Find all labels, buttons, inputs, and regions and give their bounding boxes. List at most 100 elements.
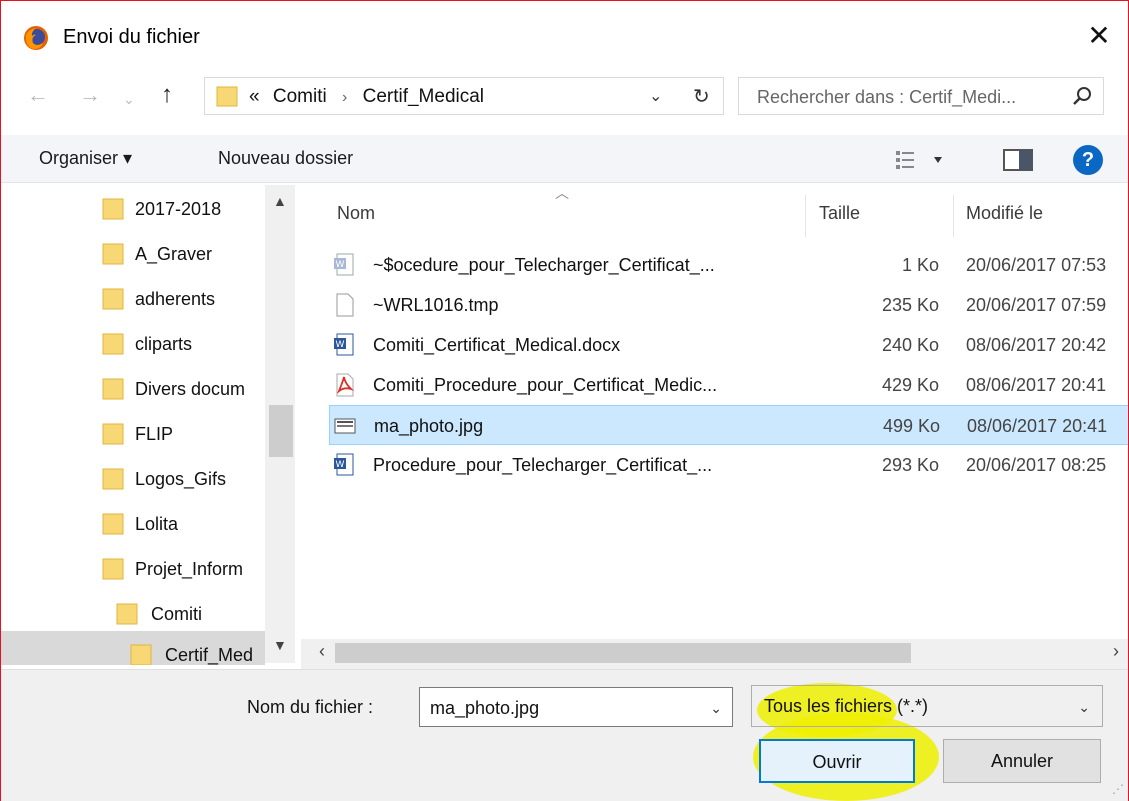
filetype-value: Tous les fichiers (*.*) xyxy=(764,696,929,716)
column-divider[interactable] xyxy=(953,195,954,237)
word-temp-icon: W xyxy=(334,253,354,276)
breadcrumb: « Comiti › Certif_Medical xyxy=(249,86,484,108)
view-options-icon[interactable] xyxy=(894,147,954,173)
tree-item-cliparts[interactable]: cliparts xyxy=(1,320,271,364)
file-modified: 20/06/2017 07:53 xyxy=(966,255,1107,275)
file-name: Procedure_pour_Telecharger_Certificat_..… xyxy=(373,455,713,475)
file-modified: 20/06/2017 07:59 xyxy=(966,295,1107,315)
tree-item-adherents[interactable]: adherents xyxy=(1,275,271,319)
column-header-modified[interactable]: Modifié le xyxy=(966,203,1043,224)
preview-pane-icon[interactable] xyxy=(1003,149,1033,171)
column-header-name[interactable]: Nom xyxy=(337,203,375,224)
folder-icon xyxy=(102,468,124,490)
folder-icon xyxy=(130,644,152,665)
chevron-down-icon[interactable]: ⌄ xyxy=(710,700,722,717)
tree-item-logos-gifs[interactable]: Logos_Gifs xyxy=(1,455,271,499)
navigation-scrollbar-thumb[interactable] xyxy=(269,405,293,457)
filetype-select[interactable]: Tous les fichiers (*.*) ⌄ xyxy=(751,685,1103,727)
refresh-icon[interactable]: ↻ xyxy=(693,84,710,109)
file-size: 235 Ko xyxy=(881,295,939,315)
folder-icon xyxy=(216,86,238,107)
sort-ascending-icon: ︿ xyxy=(555,185,569,201)
file-size: 240 Ko xyxy=(881,335,939,355)
file-name: ~$ocedure_pour_Telecharger_Certificat_..… xyxy=(373,255,715,275)
file-row[interactable]: W ~$ocedure_pour_Telecharger_Certificat_… xyxy=(329,245,1128,285)
file-row[interactable]: ~WRL1016.tmp 235 Ko 20/06/2017 07:59 xyxy=(329,285,1128,325)
folder-icon xyxy=(102,378,124,400)
svg-text:W: W xyxy=(336,260,345,270)
tree-item-label: Projet_Inform xyxy=(135,559,244,579)
file-size: 429 Ko xyxy=(881,375,939,395)
resize-grip-icon[interactable]: ⋰ xyxy=(1112,782,1124,796)
pdf-icon xyxy=(336,373,355,397)
filename-label: Nom du fichier : xyxy=(247,697,374,717)
column-divider[interactable] xyxy=(805,195,806,237)
tree-item-projet-informatique[interactable]: Projet_Inform xyxy=(1,545,271,589)
folder-icon xyxy=(102,288,124,310)
navigation-pane: 2017-2018 A_Graver adherents cliparts Di… xyxy=(1,185,297,665)
tree-item-label: 2017-2018 xyxy=(135,199,222,219)
arrow-left-icon[interactable]: ← xyxy=(27,83,49,107)
scroll-right-icon[interactable]: › xyxy=(1113,641,1119,662)
arrow-up-icon[interactable]: ↑ xyxy=(161,83,173,107)
tree-item-divers-documents[interactable]: Divers docum xyxy=(1,365,271,409)
tree-item-comiti[interactable]: Comiti xyxy=(1,590,271,634)
svg-text:W: W xyxy=(336,460,345,470)
chevron-down-icon[interactable]: ⌄ xyxy=(123,87,135,111)
help-icon[interactable]: ? xyxy=(1073,145,1103,175)
file-row[interactable]: Comiti_Procedure_pour_Certificat_Medic..… xyxy=(329,365,1128,405)
search-icon[interactable] xyxy=(1071,85,1093,107)
address-bar[interactable]: « Comiti › Certif_Medical ⌄ ↻ xyxy=(204,77,724,115)
address-row: ← → ⌄ ↑ « Comiti › Certif_Medical ⌄ ↻ Re… xyxy=(1,73,1128,121)
file-modified: 08/06/2017 20:41 xyxy=(967,416,1108,436)
folder-icon xyxy=(102,333,124,355)
tree-item-flip[interactable]: FLIP xyxy=(1,410,271,454)
word-icon: W xyxy=(334,453,354,476)
filename-field[interactable]: ma_photo.jpg ⌄ xyxy=(419,687,733,727)
file-name: ~WRL1016.tmp xyxy=(373,295,499,315)
arrow-right-icon[interactable]: → xyxy=(79,83,101,107)
file-dialog: Envoi du fichier ✕ ← → ⌄ ↑ « Comiti › Ce… xyxy=(0,0,1129,801)
blank-file-icon xyxy=(336,293,354,317)
title-bar: Envoi du fichier ✕ xyxy=(1,1,1128,73)
chevron-down-icon[interactable]: ⌄ xyxy=(1078,699,1090,716)
file-modified: 08/06/2017 20:42 xyxy=(966,335,1107,355)
organize-menu[interactable]: Organiser ▾ xyxy=(39,148,132,169)
scroll-down-icon[interactable]: ▼ xyxy=(273,637,287,653)
column-header-size[interactable]: Taille xyxy=(819,203,860,224)
word-icon: W xyxy=(334,333,354,356)
breadcrumb-item-comiti[interactable]: Comiti xyxy=(265,86,327,107)
search-box[interactable]: Rechercher dans : Certif_Medi... xyxy=(738,77,1104,115)
tree-item-lolita[interactable]: Lolita xyxy=(1,500,271,544)
tree-item-certif-medical[interactable]: Certif_Med xyxy=(1,631,265,665)
tree-item-a-graver[interactable]: A_Graver xyxy=(1,230,271,274)
svg-text:W: W xyxy=(336,340,345,350)
filename-input[interactable]: ma_photo.jpg xyxy=(430,698,539,719)
tree-item-label: A_Graver xyxy=(135,244,213,264)
tree-item-label: Divers docum xyxy=(135,379,246,399)
scroll-left-icon[interactable]: ‹ xyxy=(319,641,325,662)
open-button[interactable]: Ouvrir xyxy=(759,739,915,783)
cancel-button[interactable]: Annuler xyxy=(943,739,1101,783)
file-row[interactable]: W Procedure_pour_Telecharger_Certificat_… xyxy=(329,445,1128,485)
file-name: Comiti_Procedure_pour_Certificat_Medic..… xyxy=(373,375,718,395)
breadcrumb-prefix[interactable]: « xyxy=(249,86,260,107)
tree-item-label: Certif_Med xyxy=(165,645,254,665)
horizontal-scrollbar-thumb[interactable] xyxy=(335,643,911,663)
close-icon: ✕ xyxy=(1087,20,1111,51)
tree-item-label: Lolita xyxy=(135,514,179,534)
folder-icon xyxy=(116,603,138,625)
file-size: 1 Ko xyxy=(901,255,939,275)
file-row[interactable]: W Comiti_Certificat_Medical.docx 240 Ko … xyxy=(329,325,1128,365)
close-button[interactable]: ✕ xyxy=(1084,21,1114,51)
search-input[interactable]: Rechercher dans : Certif_Medi... xyxy=(757,87,1016,108)
firefox-icon xyxy=(24,26,48,50)
breadcrumb-separator: › xyxy=(341,89,348,106)
scroll-up-icon[interactable]: ▲ xyxy=(273,193,287,209)
file-row-selected[interactable]: ma_photo.jpg 499 Ko 08/06/2017 20:41 xyxy=(329,405,1128,445)
new-folder-button[interactable]: Nouveau dossier xyxy=(218,148,353,169)
chevron-down-icon[interactable]: ⌄ xyxy=(649,86,662,106)
tree-item-2017-2018[interactable]: 2017-2018 xyxy=(1,185,271,229)
file-modified: 08/06/2017 20:41 xyxy=(966,375,1107,395)
breadcrumb-item-certif-medical[interactable]: Certif_Medical xyxy=(363,86,484,107)
